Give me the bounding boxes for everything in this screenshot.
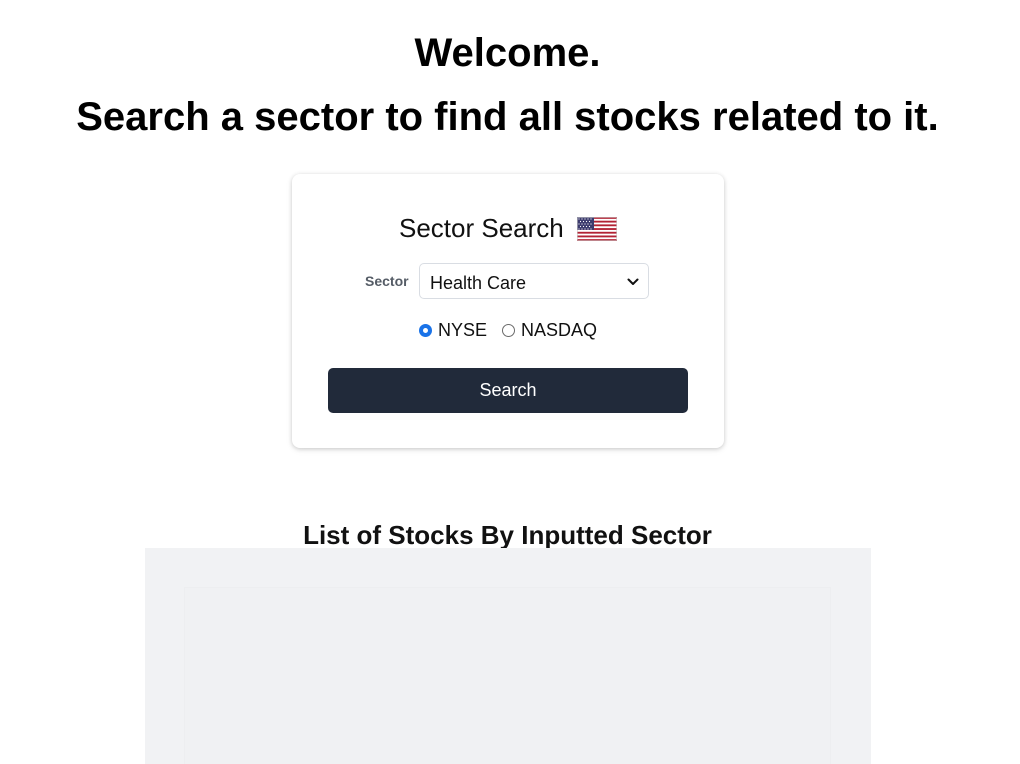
sector-search-card: Sector Search Sector Health Care NYSE NA… xyxy=(292,174,724,448)
instructions-heading: Search a sector to find all stocks relat… xyxy=(76,95,939,139)
welcome-heading: Welcome. xyxy=(414,31,601,75)
radio-nyse[interactable] xyxy=(418,324,432,337)
sector-label: Sector xyxy=(365,273,409,289)
exchange-radio-group: NYSE NASDAQ xyxy=(292,320,724,342)
us-flag-icon xyxy=(576,216,617,241)
radio-nasdaq-label[interactable]: NASDAQ xyxy=(521,320,597,341)
card-title-row: Sector Search xyxy=(292,212,724,244)
sector-select[interactable]: Health Care xyxy=(419,263,649,299)
sector-select-value: Health Care xyxy=(430,273,527,293)
results-list xyxy=(185,588,830,764)
radio-nasdaq[interactable] xyxy=(502,324,516,337)
results-title: List of Stocks By Inputted Sector xyxy=(303,519,712,550)
card-title: Sector Search xyxy=(399,213,564,243)
chevron-down-icon xyxy=(627,275,639,287)
page: Welcome. Search a sector to find all sto… xyxy=(0,0,1020,764)
search-button[interactable]: Search xyxy=(328,368,688,413)
exchange-option-nasdaq[interactable]: NASDAQ xyxy=(502,320,597,341)
radio-nyse-label[interactable]: NYSE xyxy=(438,320,487,341)
results-panel xyxy=(145,548,871,764)
exchange-option-nyse[interactable]: NYSE xyxy=(418,320,487,341)
